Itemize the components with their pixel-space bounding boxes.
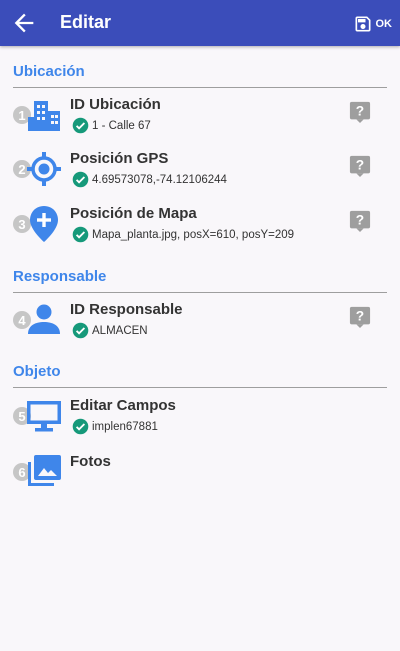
row-fotos[interactable]: 6 Fotos <box>0 453 400 504</box>
row-posicion-mapa[interactable]: 3 Posición de Mapa Mapa_planta.jpg, posX… <box>0 205 400 256</box>
divider <box>13 87 387 88</box>
save-icon <box>355 16 370 32</box>
row-value: 4.69573078,-74.12106244 <box>92 173 227 186</box>
help-icon[interactable]: ? <box>349 155 371 177</box>
monitor-icon <box>27 401 61 432</box>
divider <box>13 387 387 388</box>
check-circle-icon <box>72 171 89 188</box>
add-location-pin-icon <box>30 206 58 242</box>
row-id-responsable[interactable]: 4 ID Responsable ALMACEN ? <box>0 301 400 352</box>
check-circle-icon <box>72 418 89 435</box>
row-title: Posición GPS <box>70 150 169 167</box>
row-title: Fotos <box>70 453 111 470</box>
divider <box>13 292 387 293</box>
building-icon <box>28 101 60 131</box>
row-title: ID Responsable <box>70 301 183 318</box>
app-bar: Editar OK <box>0 0 400 46</box>
check-circle-icon <box>72 117 89 134</box>
row-posicion-gps[interactable]: 2 Posición GPS 4.69573078,-74.12106244 ? <box>0 150 400 201</box>
ok-label: OK <box>375 18 393 30</box>
row-value: ALMACEN <box>92 324 148 337</box>
save-ok-button[interactable]: OK <box>353 12 393 36</box>
section-title-objeto: Objeto <box>13 363 61 380</box>
svg-text:?: ? <box>356 309 364 324</box>
row-title: Posición de Mapa <box>70 205 197 222</box>
section-title-ubicacion: Ubicación <box>13 63 85 80</box>
help-icon[interactable]: ? <box>349 210 371 232</box>
row-id-ubicacion[interactable]: 1 ID Ubicación 1 - Calle 67 ? <box>0 96 400 147</box>
check-circle-icon <box>72 322 89 339</box>
check-circle-icon <box>72 226 89 243</box>
svg-text:?: ? <box>356 104 364 119</box>
row-editar-campos[interactable]: 5 Editar Campos implen67881 <box>0 397 400 448</box>
person-icon <box>28 304 60 334</box>
row-title: ID Ubicación <box>70 96 161 113</box>
help-icon[interactable]: ? <box>349 101 371 123</box>
row-title: Editar Campos <box>70 397 176 414</box>
help-icon[interactable]: ? <box>349 306 371 328</box>
svg-text:?: ? <box>356 158 364 173</box>
svg-text:?: ? <box>356 213 364 228</box>
row-value: implen67881 <box>92 420 158 433</box>
photo-library-icon <box>28 455 61 486</box>
row-value: 1 - Calle 67 <box>92 119 151 132</box>
gps-target-icon <box>27 152 61 186</box>
back-arrow-icon[interactable] <box>10 9 38 37</box>
section-title-responsable: Responsable <box>13 268 107 285</box>
page-title: Editar <box>60 12 112 32</box>
row-value: Mapa_planta.jpg, posX=610, posY=209 <box>92 228 295 241</box>
